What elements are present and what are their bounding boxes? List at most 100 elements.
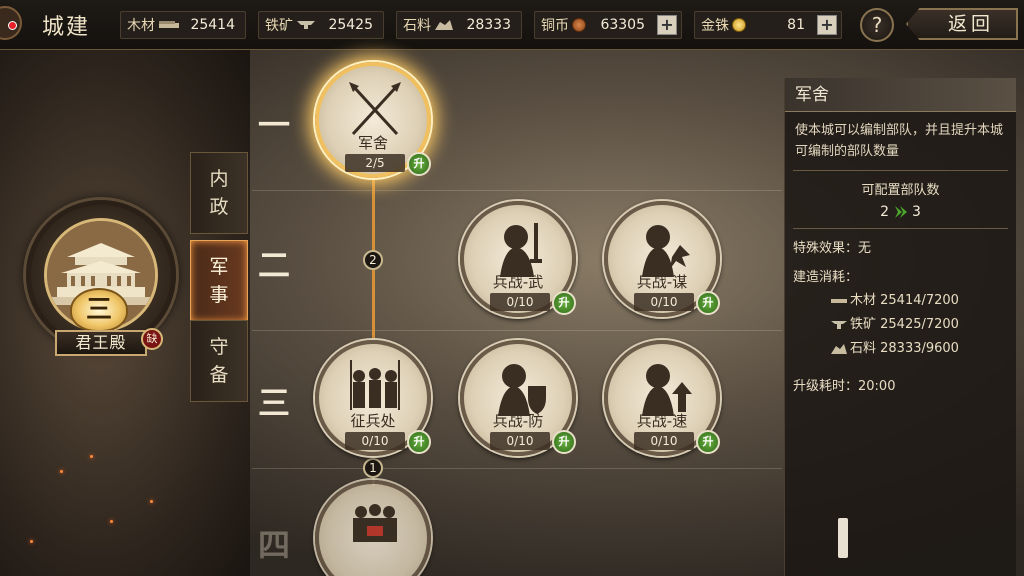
arrow-right-icon: [894, 206, 907, 218]
tier-label: 四: [258, 526, 291, 564]
capacity-change: 2 3: [785, 204, 1016, 220]
node-battle-strength[interactable]: 兵战-武 0/10 升: [460, 201, 576, 317]
resource-value: 25414: [190, 17, 235, 33]
node-name: 军舍: [357, 134, 388, 152]
node-progress: 0/10: [634, 293, 694, 311]
divider: [793, 228, 1008, 229]
node-progress: 0/10: [345, 432, 405, 450]
upgrade-button[interactable]: 升: [552, 291, 576, 315]
add-copper-button[interactable]: +: [657, 15, 677, 35]
tier-label: 三: [258, 384, 291, 422]
cost-iron: 铁矿 25425/7200: [785, 313, 1016, 337]
top-bar: 城建 木材 25414 铁矿 25425 石料 28333 铜币 63305 +…: [0, 0, 1024, 50]
page-title: 城建: [42, 15, 91, 40]
node-name: 兵战-武: [492, 273, 544, 291]
node-progress: 2/5: [345, 154, 405, 172]
node-name: 兵战-速: [636, 412, 688, 430]
warrior-speed-icon: [642, 364, 692, 416]
detail-panel: 军舍 使本城可以编制部队，并且提升本城可编制的部队数量 可配置部队数 2 3 特…: [784, 78, 1016, 576]
palace-level-badge: 三: [70, 288, 128, 332]
node-name: 兵战-谋: [636, 273, 688, 291]
upgrade-button[interactable]: 升: [407, 430, 431, 454]
cost-text: 木材 25414/7200: [850, 293, 959, 308]
node-name: 征兵处: [350, 412, 396, 430]
node-progress: 0/10: [490, 293, 550, 311]
resource-label: 木材: [127, 18, 155, 34]
warrior-sword-icon: [500, 223, 542, 277]
node-battle-defense[interactable]: 兵战-防 0/10 升: [460, 340, 576, 456]
soldiers-icon: [350, 360, 400, 410]
warrior-shield-icon: [498, 364, 546, 416]
gold-coin-icon: [732, 18, 746, 32]
tier-label: 一: [258, 106, 291, 144]
troops-icon: [353, 504, 397, 542]
node-battle-strategy[interactable]: 兵战-谋 0/10 升: [604, 201, 720, 317]
upgrade-time: 升级耗时：20:00: [793, 379, 896, 394]
upgrade-button[interactable]: 升: [696, 430, 720, 454]
warrior-strategy-icon: [642, 225, 690, 277]
ember: [30, 540, 33, 543]
iron-icon: [297, 21, 315, 29]
resource-value: 81: [787, 17, 805, 33]
missing-badge: 缺: [141, 328, 163, 350]
capacity-label: 可配置部队数: [861, 183, 940, 198]
special-effect: 特殊效果：无: [793, 241, 872, 256]
upgrade-button[interactable]: 升: [407, 152, 431, 176]
resource-copper: 铜币 63305 +: [534, 11, 682, 39]
back-button[interactable]: 返回: [906, 8, 1018, 40]
tab-defense[interactable]: 守 备: [190, 320, 248, 402]
cost-label: 建造消耗：: [793, 270, 859, 285]
scroll-handle[interactable]: [838, 518, 848, 558]
detail-description: 使本城可以编制部队，并且提升本城可编制的部队数量: [795, 123, 1004, 159]
node-progress: 0/10: [490, 432, 550, 450]
resource-wood: 木材 25414: [120, 11, 246, 39]
ember: [60, 470, 63, 473]
tier-divider: [252, 468, 782, 469]
node-barracks[interactable]: 军舍 2/5 升: [315, 62, 431, 178]
cost-stone: 石料 28333/9600: [785, 337, 1016, 361]
tab-military[interactable]: 军 事: [190, 240, 248, 322]
wood-icon: [159, 21, 179, 28]
node-progress: 0/10: [634, 432, 694, 450]
node-name: 兵战-防: [492, 412, 544, 430]
cost-wood: 木材 25414/7200: [785, 289, 1016, 313]
upgrade-button[interactable]: 升: [696, 291, 720, 315]
upgrade-button[interactable]: 升: [552, 430, 576, 454]
resource-label: 金铢: [701, 18, 729, 34]
tab-internal-affairs[interactable]: 内 政: [190, 152, 248, 234]
resource-label: 铁矿: [265, 18, 293, 34]
crossed-spears-icon: [349, 82, 401, 136]
node-recruitment[interactable]: 征兵处 0/10 升: [315, 340, 431, 456]
copper-coin-icon: [572, 18, 586, 32]
resource-gold: 金铢 81 +: [694, 11, 842, 39]
ember: [90, 455, 93, 458]
capacity-to: 3: [911, 204, 921, 220]
wood-icon: [831, 299, 847, 303]
resource-label: 铜币: [541, 18, 569, 34]
tier-divider: [252, 330, 782, 331]
resource-value: 63305: [600, 17, 645, 33]
capacity-from: 2: [880, 204, 890, 220]
requirement-level: 1: [363, 458, 383, 478]
red-dot-icon: [8, 21, 17, 30]
node-battle-speed[interactable]: 兵战-速 0/10 升: [604, 340, 720, 456]
resource-value: 25425: [328, 17, 373, 33]
requirement-level: 2: [363, 250, 383, 270]
ember: [150, 500, 153, 503]
notification-badge[interactable]: [0, 6, 22, 40]
divider: [793, 170, 1008, 171]
detail-title: 军舍: [785, 78, 1016, 112]
cost-text: 石料 28333/9600: [850, 341, 959, 356]
resource-label: 石料: [403, 18, 431, 34]
resource-iron: 铁矿 25425: [258, 11, 384, 39]
stone-icon: [435, 20, 453, 30]
iron-icon: [831, 321, 847, 329]
help-button[interactable]: ?: [860, 8, 894, 42]
resource-stone: 石料 28333: [396, 11, 522, 39]
tier-divider: [252, 190, 782, 191]
tier-label: 二: [258, 246, 291, 284]
add-gold-button[interactable]: +: [817, 15, 837, 35]
stone-icon: [831, 344, 847, 354]
cost-text: 铁矿 25425/7200: [850, 317, 959, 332]
resource-value: 28333: [466, 17, 511, 33]
